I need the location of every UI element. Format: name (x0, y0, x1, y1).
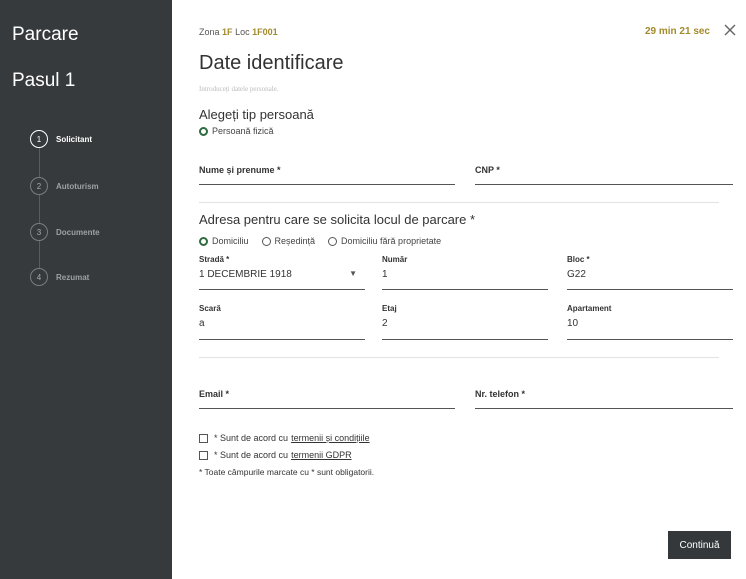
email-label: Email * (199, 389, 230, 399)
page-subtitle: Introduceți datele personale. (199, 85, 279, 93)
terms-checkbox-row: * Sunt de acord cu termenii și condițiil… (199, 433, 370, 443)
step-number: 4 (30, 268, 48, 286)
zone-value: 1F (222, 27, 233, 37)
floor-value: 2 (382, 318, 388, 329)
block-value: G22 (567, 269, 586, 280)
apartment-value: 10 (567, 318, 579, 329)
sidebar-step-title: Pasul 1 (12, 70, 76, 91)
street-label: Stradă * (199, 255, 230, 264)
apartment-field[interactable]: Apartament 10 (567, 304, 733, 340)
step-label: Autoturism (56, 181, 99, 191)
cnp-label: CNP * (475, 165, 500, 175)
floor-field[interactable]: Etaj 2 (382, 304, 548, 340)
sidebar-title: Parcare (12, 24, 79, 45)
stair-value: a (199, 318, 205, 329)
zone-breadcrumb: Zona 1F Loc 1F001 (199, 27, 278, 37)
step-autoturism[interactable]: 2 Autoturism (30, 177, 99, 195)
radio-label: Persoană fizică (212, 126, 274, 136)
gdpr-link[interactable]: termenii GDPR (291, 450, 352, 460)
number-value: 1 (382, 269, 388, 280)
radio-label: Domiciliu (212, 236, 249, 246)
name-label: Nume și prenume * (199, 165, 281, 175)
radio-resedinta[interactable]: Reședință (261, 236, 316, 246)
step-label: Documente (56, 227, 100, 237)
address-label: Adresa pentru care se solicita locul de … (199, 212, 476, 227)
number-label: Număr (382, 255, 408, 264)
apartment-label: Apartament (567, 304, 612, 313)
zone-prefix: Zona (199, 27, 220, 37)
terms-link[interactable]: termenii și condițiile (291, 433, 370, 443)
street-value: 1 DECEMBRIE 1918 (199, 269, 292, 280)
loc-prefix: Loc (235, 27, 250, 37)
main-panel: Zona 1F Loc 1F001 29 min 21 sec Date ide… (172, 0, 746, 579)
step-number: 3 (30, 223, 48, 241)
terms-checkbox[interactable] (199, 433, 208, 443)
address-type-radios: Domiciliu Reședință Domiciliu fără propr… (199, 236, 454, 246)
gdpr-text: * Sunt de acord cu (214, 450, 289, 460)
step-rezumat[interactable]: 4 Rezumat (30, 268, 89, 286)
radio-label: Domiciliu fără proprietate (341, 236, 442, 246)
cnp-field[interactable]: CNP * (475, 165, 733, 185)
name-field[interactable]: Nume și prenume * (199, 165, 455, 185)
gdpr-checkbox[interactable] (199, 450, 208, 460)
divider (199, 357, 719, 358)
step-label: Solicitant (56, 134, 93, 144)
stair-label: Scară (199, 304, 221, 313)
radio-selected-icon[interactable] (199, 236, 208, 246)
loc-value: 1F001 (252, 27, 278, 37)
street-select[interactable]: Stradă * 1 DECEMBRIE 1918 ▼ (199, 255, 365, 290)
step-label: Rezumat (56, 272, 90, 282)
caret-down-icon: ▼ (349, 269, 357, 278)
radio-label: Reședință (274, 236, 316, 246)
divider (199, 202, 719, 203)
page-title: Date identificare (199, 52, 344, 74)
step-number: 2 (30, 177, 48, 195)
person-type-radio[interactable]: Persoană fizică (199, 126, 274, 136)
radio-empty-icon[interactable] (261, 236, 271, 246)
radio-empty-icon[interactable] (328, 236, 338, 246)
number-field[interactable]: Număr 1 (382, 255, 548, 290)
stair-field[interactable]: Scară a (199, 304, 365, 340)
step-number: 1 (30, 130, 48, 148)
gdpr-checkbox-row: * Sunt de acord cu termenii GDPR (199, 450, 352, 460)
radio-selected-icon[interactable] (199, 126, 208, 136)
person-type-label: Alegeți tip persoană (199, 107, 314, 122)
continue-button[interactable]: Continuă (668, 531, 731, 559)
required-note: * Toate câmpurile marcate cu * sunt obli… (199, 467, 375, 477)
block-label: Bloc * (567, 255, 590, 264)
close-icon[interactable] (722, 22, 738, 38)
radio-domiciliu-fara-proprietate[interactable]: Domiciliu fără proprietate (328, 236, 441, 246)
sidebar: Parcare Pasul 1 1 Solicitant 2 Autoturis… (0, 0, 172, 579)
phone-label: Nr. telefon * (475, 389, 526, 399)
stepper-line (39, 148, 40, 276)
block-field[interactable]: Bloc * G22 (567, 255, 733, 290)
countdown-timer: 29 min 21 sec (644, 26, 710, 37)
step-solicitant[interactable]: 1 Solicitant (30, 130, 92, 148)
terms-text: * Sunt de acord cu (214, 433, 289, 443)
radio-domiciliu[interactable]: Domiciliu (199, 236, 249, 246)
phone-field[interactable]: Nr. telefon * (475, 389, 733, 409)
email-field[interactable]: Email * (199, 389, 455, 409)
floor-label: Etaj (382, 304, 397, 313)
step-documente[interactable]: 3 Documente (30, 223, 100, 241)
